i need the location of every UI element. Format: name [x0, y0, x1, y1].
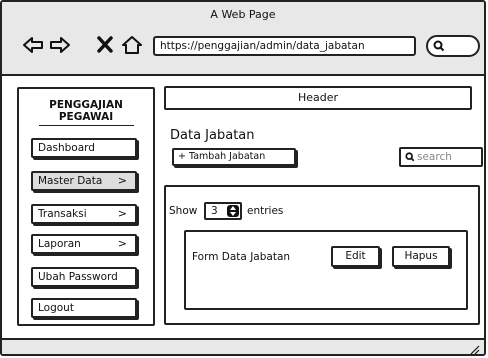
search-icon — [433, 40, 445, 52]
sidebar-item-dashboard[interactable]: Dashboard — [31, 138, 137, 158]
add-jabatan-button[interactable]: + Tambah Jabatan — [172, 148, 296, 166]
resize-grip-icon[interactable] — [470, 345, 480, 355]
sidebar-item-label: Logout — [38, 302, 74, 314]
brand-line-1: PENGGAJIAN — [49, 99, 123, 111]
brand-line-2: PEGAWAI — [58, 111, 114, 123]
browser-toolbar: A Web Page https://penggajian/admin/data… — [2, 2, 484, 76]
form-card — [184, 230, 468, 310]
chevron-right-icon: > — [117, 174, 127, 187]
brand-divider — [39, 125, 134, 126]
browser-window: A Web Page https://penggajian/admin/data… — [0, 0, 486, 356]
sidebar-item-label: Laporan — [38, 238, 81, 250]
edit-button[interactable]: Edit — [331, 246, 380, 267]
back-arrow-icon[interactable] — [22, 36, 44, 54]
sidebar-item-transaksi[interactable]: Transaksi > — [31, 204, 137, 224]
form-label: Form Data Jabatan — [192, 251, 291, 263]
show-label: Show — [169, 205, 198, 217]
search-icon — [405, 152, 415, 162]
entries-stepper[interactable]: 3 — [204, 202, 242, 220]
window-title: A Web Page — [210, 8, 276, 21]
entries-label: entries — [247, 205, 284, 217]
browser-search-button[interactable] — [426, 35, 480, 57]
sidebar-item-label: Ubah Password — [38, 271, 118, 283]
entries-value: 3 — [211, 205, 218, 217]
close-icon[interactable] — [95, 36, 117, 54]
address-bar[interactable]: https://penggajian/admin/data_jabatan — [153, 36, 416, 56]
home-icon[interactable] — [121, 36, 143, 54]
sidebar-item-label: Transaksi — [38, 208, 87, 220]
spinner-arrows-icon[interactable] — [227, 205, 239, 217]
delete-button[interactable]: Hapus — [392, 246, 450, 267]
sidebar-item-label: Dashboard — [38, 142, 95, 154]
sidebar-item-laporan[interactable]: Laporan > — [31, 234, 137, 254]
sidebar-item-logout[interactable]: Logout — [31, 298, 137, 318]
page-header: Header — [164, 86, 472, 110]
search-placeholder: search — [417, 151, 452, 163]
status-bar — [2, 338, 484, 355]
sidebar-item-master-data[interactable]: Master Data > — [31, 171, 137, 191]
page-title: Data Jabatan — [170, 128, 255, 143]
forward-arrow-icon[interactable] — [49, 36, 71, 54]
sidebar-item-label: Master Data — [38, 175, 103, 187]
sidebar: PENGGAJIAN PEGAWAI Dashboard Master Data… — [17, 87, 155, 326]
chevron-right-icon: > — [117, 237, 127, 250]
sidebar-item-ubah-password[interactable]: Ubah Password — [31, 267, 137, 287]
chevron-right-icon: > — [117, 207, 127, 220]
search-input[interactable]: search — [399, 147, 483, 167]
